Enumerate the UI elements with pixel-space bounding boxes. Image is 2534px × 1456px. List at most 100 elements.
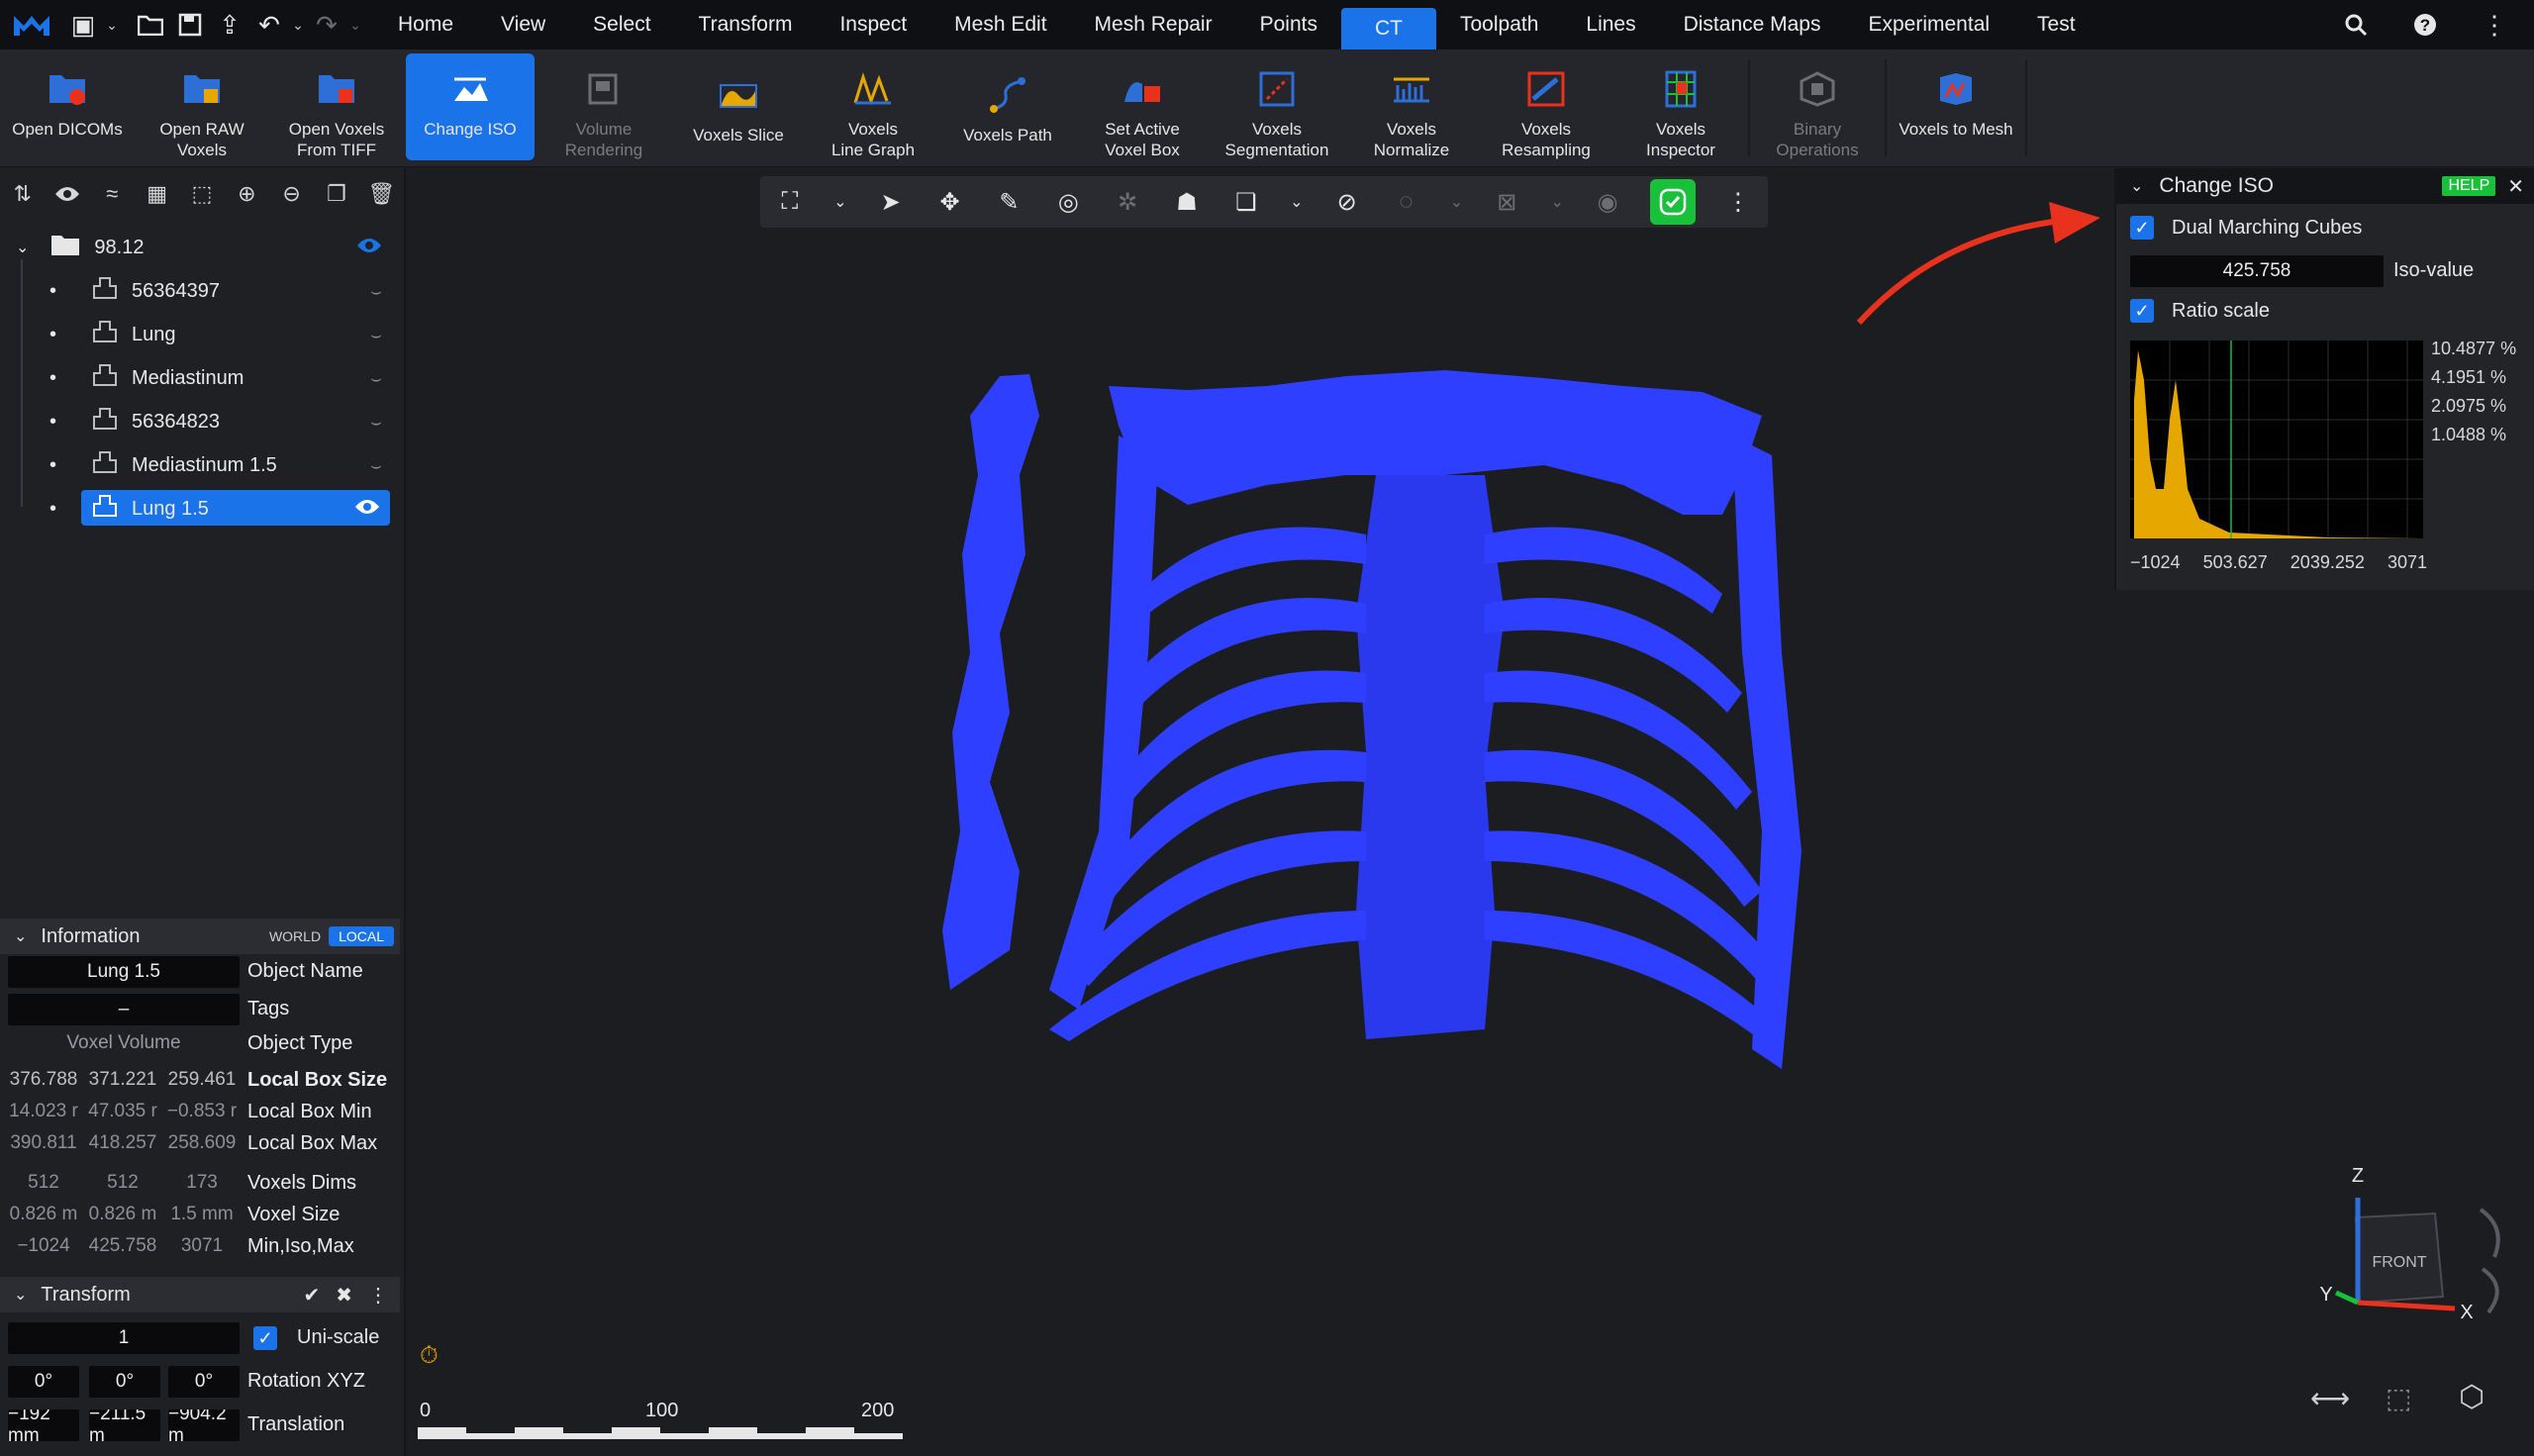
tree-item[interactable]: • Mediastinum ⌣	[0, 356, 404, 400]
voxels-resampling-button[interactable]: Voxels Resampling	[1479, 49, 1613, 166]
select-all-icon[interactable]: ▦	[143, 179, 172, 209]
chevron-down-icon[interactable]: ⌄	[2130, 176, 2143, 196]
check-icon[interactable]: ✔	[303, 1283, 320, 1308]
menu-home[interactable]: Home	[374, 0, 477, 49]
stopwatch-icon[interactable]: ⏱	[420, 1342, 439, 1370]
redo-icon[interactable]: ↷	[307, 5, 346, 45]
tree-item[interactable]: • Lung ⌣	[0, 313, 404, 356]
chevron-down-icon[interactable]: ⌄	[1549, 185, 1565, 219]
help-button[interactable]: HELP	[2442, 176, 2496, 196]
uniscale-checkbox[interactable]: ✓	[253, 1326, 277, 1350]
translation-y-field[interactable]: −211.5 m	[89, 1409, 160, 1441]
voxels-to-mesh-button[interactable]: Voxels to Mesh	[1887, 49, 2025, 166]
menu-points[interactable]: Points	[1236, 0, 1341, 49]
transform-header[interactable]: ⌄ Transform ✔ ✖ ⋮	[0, 1277, 400, 1312]
menu-select[interactable]: Select	[569, 0, 674, 49]
cursor-icon[interactable]: ➤	[874, 185, 908, 219]
dual-marching-cubes-checkbox[interactable]: ✓	[2130, 216, 2154, 240]
menu-transform[interactable]: Transform	[675, 0, 817, 49]
menu-dots-icon[interactable]: ⋮	[368, 1283, 388, 1308]
move-down-icon[interactable]: ⊖	[277, 179, 307, 209]
close-icon[interactable]: ✖	[336, 1283, 352, 1308]
chevron-down-icon[interactable]: ⌄	[1448, 185, 1464, 219]
object-name-field[interactable]: Lung 1.5	[8, 956, 240, 988]
eye-icon[interactable]	[354, 498, 380, 521]
volume-rendering-button[interactable]: Volume Rendering	[536, 49, 671, 166]
iso-histogram[interactable]	[2130, 340, 2423, 538]
tree-item[interactable]: • 56364823 ⌣	[0, 400, 404, 443]
voxels-segmentation-button[interactable]: Voxels Segmentation	[1210, 49, 1344, 166]
sort-icon[interactable]: ⇅	[8, 179, 38, 209]
edit-icon[interactable]: ✎	[992, 185, 1025, 219]
ct-mesh-render[interactable]	[930, 356, 1900, 1089]
check-circle-icon[interactable]	[1649, 179, 1696, 225]
app-logo-icon[interactable]	[0, 5, 63, 45]
menu-mesh-repair[interactable]: Mesh Repair	[1071, 0, 1236, 49]
translation-x-field[interactable]: −192 mm	[8, 1409, 79, 1441]
eye-icon[interactable]	[356, 237, 382, 259]
orbit-icon[interactable]: ◎	[1051, 185, 1085, 219]
rotation-x-field[interactable]: 0°	[8, 1366, 79, 1398]
chevron-down-icon[interactable]: ⌄	[832, 185, 848, 219]
tree-root-row[interactable]: ⌄ 98.12	[0, 226, 404, 269]
iso-value-field[interactable]: 425.758	[2130, 255, 2384, 287]
brush-icon[interactable]: ☗	[1170, 185, 1204, 219]
chevron-down-icon[interactable]: ⌄	[289, 17, 307, 34]
orientation-cube[interactable]: Z Y X FRONT	[2296, 1158, 2514, 1336]
eye-closed-icon[interactable]: ⌣	[370, 368, 382, 389]
tags-field[interactable]: –	[8, 994, 240, 1025]
voxels-normalize-button[interactable]: Voxels Normalize	[1344, 49, 1479, 166]
menu-ct[interactable]: CT	[1340, 8, 1436, 49]
menu-lines[interactable]: Lines	[1562, 0, 1659, 49]
network-icon[interactable]: ✲	[1111, 185, 1144, 219]
no-paint-icon[interactable]: ⊘	[1330, 185, 1364, 219]
chevron-down-icon[interactable]: ⌄	[14, 926, 27, 946]
local-toggle[interactable]: LOCAL	[329, 926, 394, 946]
open-voxels-tiff-button[interactable]: Open Voxels From TIFF	[269, 49, 404, 166]
save-icon[interactable]	[170, 5, 210, 45]
eye-closed-icon[interactable]: ⌣	[370, 455, 382, 476]
clone-icon[interactable]: ❏	[1229, 185, 1263, 219]
open-dicoms-button[interactable]: Open DICOMs	[0, 49, 135, 166]
tree-item-selected[interactable]: • Lung 1.5	[0, 487, 404, 531]
menu-test[interactable]: Test	[2013, 0, 2099, 49]
voxels-slice-button[interactable]: Voxels Slice	[671, 49, 806, 166]
measure-icon[interactable]: ⟷	[2310, 1382, 2350, 1414]
search-icon[interactable]	[2336, 5, 2376, 45]
chevron-down-icon[interactable]: ⌄	[16, 238, 29, 257]
eye-icon[interactable]	[52, 179, 82, 209]
menu-view[interactable]: View	[477, 0, 569, 49]
tree-item[interactable]: • Mediastinum 1.5 ⌣	[0, 443, 404, 487]
voxels-inspector-button[interactable]: Voxels Inspector	[1613, 49, 1748, 166]
duplicate-icon[interactable]: ❐	[322, 179, 351, 209]
information-header[interactable]: ⌄ Information WORLD LOCAL	[0, 919, 400, 954]
rotation-y-field[interactable]: 0°	[89, 1366, 160, 1398]
open-raw-voxels-button[interactable]: Open RAW Voxels	[135, 49, 269, 166]
menu-dots-icon[interactable]: ⋮	[1721, 185, 1755, 219]
menu-distance-maps[interactable]: Distance Maps	[1660, 0, 1845, 49]
eye-closed-icon[interactable]: ⌣	[370, 325, 382, 345]
scale-field[interactable]: 1	[8, 1322, 240, 1354]
voxels-line-graph-button[interactable]: Voxels Line Graph	[806, 49, 940, 166]
set-active-voxel-box-button[interactable]: Set Active Voxel Box	[1075, 49, 1210, 166]
chevron-down-icon[interactable]: ⌄	[346, 17, 364, 34]
close-icon[interactable]: ✕	[2507, 174, 2524, 199]
open-folder-icon[interactable]	[131, 5, 170, 45]
change-iso-button[interactable]: Change ISO	[406, 53, 535, 160]
chevron-down-icon[interactable]: ⌄	[103, 17, 121, 34]
deselect-icon[interactable]: ⬚	[187, 179, 217, 209]
world-toggle[interactable]: WORLD	[261, 926, 329, 946]
rotation-z-field[interactable]: 0°	[168, 1366, 240, 1398]
fit-view-icon[interactable]: ⛶	[773, 185, 807, 219]
undo-icon[interactable]: ↶	[249, 5, 289, 45]
chevron-down-icon[interactable]: ⌄	[14, 1285, 27, 1305]
voxels-path-button[interactable]: Voxels Path	[940, 49, 1075, 166]
view-cube-icon[interactable]: ⬡	[2459, 1380, 2485, 1414]
help-icon[interactable]: ?	[2405, 5, 2445, 45]
new-file-icon[interactable]: ▣	[63, 5, 103, 45]
menu-mesh-edit[interactable]: Mesh Edit	[930, 0, 1070, 49]
eye-closed-icon[interactable]: ⌣	[370, 281, 382, 302]
translation-z-field[interactable]: −904.2 m	[168, 1409, 240, 1441]
tree-item[interactable]: • 56364397 ⌣	[0, 269, 404, 313]
menu-inspect[interactable]: Inspect	[816, 0, 930, 49]
